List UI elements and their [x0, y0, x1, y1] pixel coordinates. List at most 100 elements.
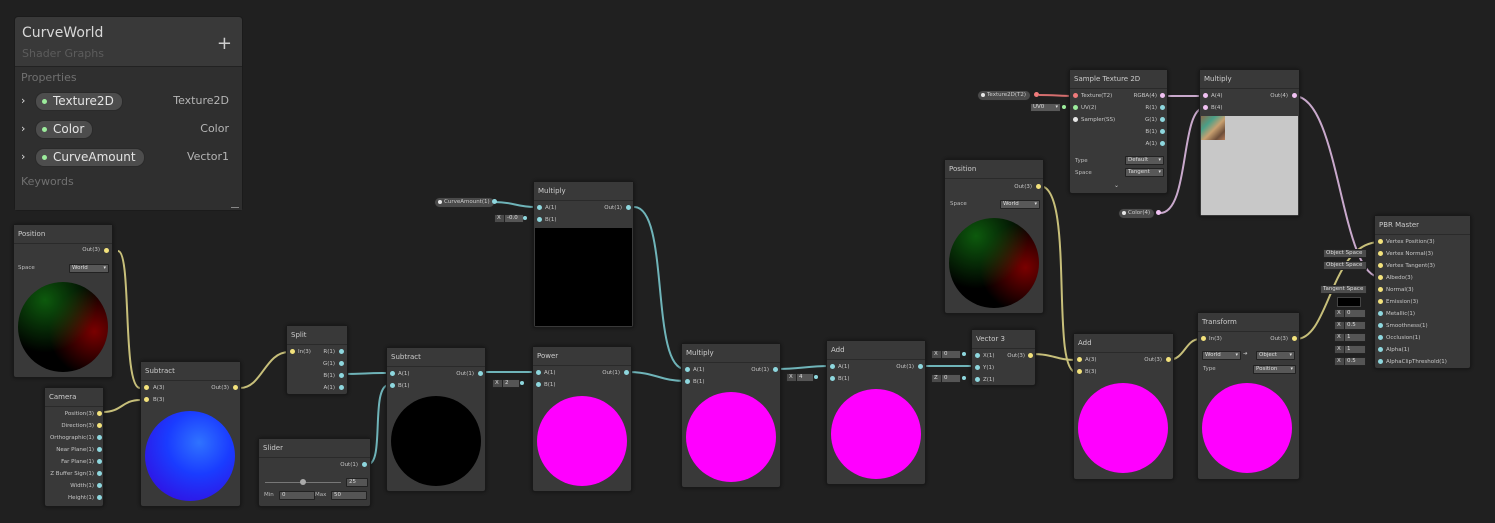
color-property-node[interactable]: Color(4)	[1118, 208, 1156, 219]
resize-handle[interactable]	[231, 207, 239, 208]
output-port[interactable]	[626, 205, 631, 210]
position-node[interactable]: Position Out(3) Space World	[13, 224, 113, 378]
input-port-a[interactable]	[537, 205, 542, 210]
input-port-b[interactable]	[830, 376, 835, 381]
to-space-dropdown[interactable]: Object	[1256, 351, 1295, 360]
output-port[interactable]	[1036, 184, 1041, 189]
input-port-a[interactable]	[830, 364, 835, 369]
input-port[interactable]	[1378, 311, 1383, 316]
chevron-right-icon[interactable]: ›	[21, 122, 25, 135]
output-port[interactable]	[339, 349, 344, 354]
add-property-button[interactable]: +	[217, 33, 232, 54]
space-dropdown[interactable]: World	[1000, 200, 1040, 209]
output-port[interactable]	[492, 199, 497, 204]
uv-channel-dropdown[interactable]: UV0	[1030, 103, 1061, 112]
output-port[interactable]	[97, 423, 102, 428]
vertex-position-space-field[interactable]: Object Space	[1323, 249, 1367, 258]
input-port[interactable]	[1378, 335, 1383, 340]
camera-node[interactable]: Camera Position(3) Direction(3) Orthogra…	[44, 387, 104, 507]
input-port-a[interactable]	[685, 367, 690, 372]
subtract-node[interactable]: Subtract A(1) B(1) Out(1)	[386, 347, 486, 492]
output-port[interactable]	[233, 385, 238, 390]
input-port-z[interactable]	[975, 377, 980, 382]
slider-value-field[interactable]: 25	[346, 478, 368, 487]
property-pill[interactable]: Color	[35, 120, 94, 139]
type-dropdown[interactable]: Default	[1125, 156, 1164, 165]
vertex-normal-space-field[interactable]: Object Space	[1323, 261, 1367, 270]
output-port[interactable]	[97, 495, 102, 500]
property-pill[interactable]: CurveAmount	[35, 148, 145, 167]
property-row-curveamount[interactable]: › CurveAmount Vector1	[15, 147, 242, 169]
output-port[interactable]	[918, 364, 923, 369]
input-port-b[interactable]	[1077, 369, 1082, 374]
property-row-color[interactable]: › Color Color	[15, 119, 242, 141]
add-node[interactable]: Add A(1) B(1) Out(1)	[826, 340, 926, 485]
output-port[interactable]	[362, 462, 367, 467]
curveamount-property-node[interactable]: CurveAmount(1)	[434, 197, 495, 208]
input-port-a[interactable]	[536, 370, 541, 375]
output-port[interactable]	[1156, 210, 1161, 215]
split-node[interactable]: Split In(3) R(1) G(1) B(1) A(1)	[286, 325, 348, 395]
output-port[interactable]	[97, 483, 102, 488]
output-port[interactable]	[1160, 93, 1165, 98]
input-port-b[interactable]	[685, 379, 690, 384]
input-port[interactable]	[1378, 287, 1383, 292]
z-value-field[interactable]: 0	[941, 374, 961, 383]
property-row-texture2d[interactable]: › Texture2D Texture2D	[15, 91, 242, 113]
texture2d-property-node[interactable]: Texture2D(T2)	[977, 90, 1032, 101]
input-port[interactable]	[1378, 275, 1383, 280]
input-port[interactable]	[290, 349, 295, 354]
input-port[interactable]	[1378, 347, 1383, 352]
type-dropdown[interactable]: Position	[1253, 365, 1296, 374]
position-node[interactable]: Position Out(3) Space World	[944, 159, 1044, 314]
metallic-field[interactable]: 0	[1344, 309, 1366, 318]
space-dropdown[interactable]: Tangent	[1125, 168, 1164, 177]
output-port[interactable]	[97, 471, 102, 476]
emission-color-swatch[interactable]	[1337, 297, 1361, 307]
input-port[interactable]	[1378, 323, 1383, 328]
subtract-node[interactable]: Subtract A(3) B(3) Out(3)	[140, 361, 241, 507]
input-port-b[interactable]	[1203, 105, 1208, 110]
input-port[interactable]	[1378, 263, 1383, 268]
input-port-b[interactable]	[144, 397, 149, 402]
output-port[interactable]	[97, 435, 102, 440]
output-port[interactable]	[1292, 336, 1297, 341]
input-port-a[interactable]	[1203, 93, 1208, 98]
output-port[interactable]	[97, 411, 102, 416]
min-field[interactable]: 0	[279, 491, 315, 500]
property-pill[interactable]: Texture2D	[35, 92, 123, 111]
output-port[interactable]	[104, 248, 109, 253]
smoothness-field[interactable]: 0.5	[1344, 321, 1366, 330]
input-port-sampler[interactable]	[1073, 117, 1078, 122]
input-port-texture[interactable]	[1073, 93, 1078, 98]
output-port[interactable]	[97, 459, 102, 464]
input-port-b[interactable]	[390, 383, 395, 388]
occlusion-field[interactable]: 1	[1344, 333, 1366, 342]
input-port[interactable]	[1378, 299, 1383, 304]
vector3-node[interactable]: Vector 3 X(1) Y(1) Z(1) Out(3)	[971, 329, 1036, 386]
slider-thumb[interactable]	[300, 479, 306, 485]
input-port-x[interactable]	[975, 353, 980, 358]
from-space-dropdown[interactable]: World	[1202, 351, 1241, 360]
input-port[interactable]	[1378, 251, 1383, 256]
b-value-field[interactable]: 2	[502, 379, 520, 388]
input-port[interactable]	[1201, 336, 1206, 341]
output-port[interactable]	[1034, 92, 1039, 97]
output-port[interactable]	[1166, 357, 1171, 362]
multiply-node[interactable]: Multiply A(1) B(1) Out(1)	[681, 343, 781, 488]
pbr-master-node[interactable]: PBR Master Vertex Position(3) Vertex Nor…	[1374, 215, 1471, 369]
chevron-down-icon[interactable]: ⌄	[1114, 182, 1119, 189]
normal-space-field[interactable]: Tangent Space	[1320, 285, 1367, 294]
output-port[interactable]	[339, 373, 344, 378]
input-port-a[interactable]	[1077, 357, 1082, 362]
multiply-node[interactable]: Multiply A(4) B(4) Out(4)	[1199, 69, 1300, 217]
b-value-field[interactable]: 4	[796, 373, 814, 382]
add-node[interactable]: Add A(3) B(3) Out(3)	[1073, 333, 1174, 480]
output-port[interactable]	[339, 385, 344, 390]
power-node[interactable]: Power A(1) B(1) Out(1)	[532, 346, 632, 492]
alpha-field[interactable]: 1	[1344, 345, 1366, 354]
slider-node[interactable]: Slider Out(1) 25 Min 0 Max 50	[258, 438, 371, 507]
output-port[interactable]	[478, 371, 483, 376]
output-port[interactable]	[339, 361, 344, 366]
output-port[interactable]	[1028, 353, 1033, 358]
